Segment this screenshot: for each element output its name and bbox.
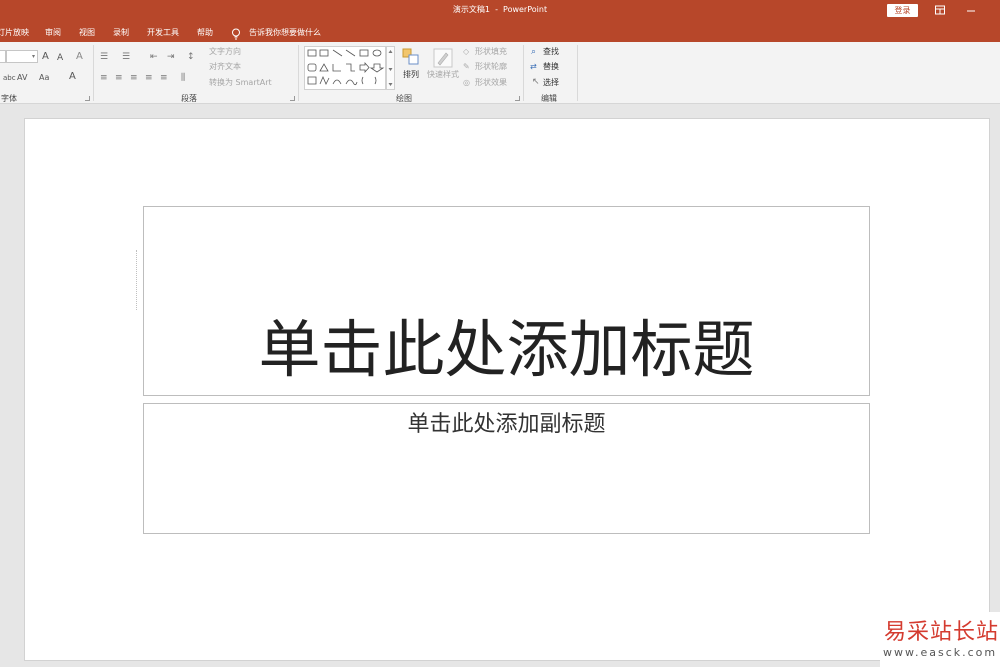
decrease-indent-icon[interactable]: ⇤ <box>150 52 158 62</box>
paint-bucket-icon: ◇ <box>463 47 470 56</box>
bullets-icon[interactable]: ☰ <box>100 52 108 62</box>
numbering-icon[interactable]: ☰ <box>122 52 130 62</box>
select-button[interactable]: 选择 <box>543 78 559 88</box>
shapes-gallery-scrollbar[interactable] <box>386 46 395 90</box>
tab-slideshow[interactable]: 灯片放映 <box>0 27 29 38</box>
find-button[interactable]: 查找 <box>543 47 559 57</box>
tab-record[interactable]: 录制 <box>113 27 129 38</box>
editing-group-label: 编辑 <box>541 94 557 103</box>
tab-developer[interactable]: 开发工具 <box>147 27 179 38</box>
ribbon: ▾ A A A abc AV Aa A 字体 ☰ ☰ ⇤ ⇥ ↕ ≡ ≡ ≡ ≡… <box>0 42 1000 104</box>
group-divider <box>577 45 578 101</box>
quick-styles-icon[interactable] <box>433 48 453 68</box>
quick-styles-button[interactable]: 快速样式 <box>427 70 459 80</box>
lightbulb-icon[interactable] <box>231 25 241 40</box>
replace-button[interactable]: 替换 <box>543 62 559 72</box>
pen-icon: ✎ <box>463 62 470 71</box>
increase-indent-icon[interactable]: ⇥ <box>167 52 175 62</box>
ribbon-display-icon[interactable] <box>934 4 946 16</box>
subtitle-prompt: 单击此处添加副标题 <box>407 412 606 437</box>
align-right-icon[interactable]: ≡ <box>130 73 138 83</box>
shape-outline-button[interactable]: 形状轮廓 <box>475 62 507 72</box>
title-placeholder[interactable]: 单击此处添加标题 <box>143 206 870 396</box>
replace-icon: ⇄ <box>530 62 537 71</box>
shape-effects-button[interactable]: 形状效果 <box>475 78 507 88</box>
justify-icon[interactable]: ≡ <box>145 73 153 83</box>
shape-fill-button[interactable]: 形状填充 <box>475 47 507 57</box>
columns-icon[interactable]: ⫼ <box>181 73 185 83</box>
group-divider <box>523 45 524 101</box>
group-divider <box>93 45 94 101</box>
watermark-url: www.easck.com <box>883 646 998 659</box>
subtitle-placeholder[interactable]: 单击此处添加副标题 <box>143 403 870 534</box>
shapes-gallery[interactable] <box>304 46 386 90</box>
drawing-dialog-launcher[interactable] <box>515 96 520 101</box>
align-center-icon[interactable]: ≡ <box>115 73 123 83</box>
font-group-label: 字体 <box>1 94 17 103</box>
drawing-group-label: 绘图 <box>396 94 412 103</box>
arrange-button[interactable]: 排列 <box>403 70 419 80</box>
tab-view[interactable]: 视图 <box>79 27 95 38</box>
placeholder-edge-marks <box>136 250 138 310</box>
tab-help[interactable]: 帮助 <box>197 27 213 38</box>
title-bar: 演示文稿1 - PowerPoint 登录 <box>0 0 1000 22</box>
group-divider <box>298 45 299 101</box>
align-text-button[interactable]: 对齐文本 <box>209 62 241 72</box>
watermark-name: 易采站长站 <box>884 620 1000 645</box>
tab-review[interactable]: 审阅 <box>45 27 61 38</box>
line-spacing-icon[interactable]: ↕ <box>187 52 195 62</box>
distributed-icon[interactable]: ≡ <box>160 73 168 83</box>
search-icon: ⌕ <box>531 47 537 57</box>
paragraph-group-label: 段落 <box>181 94 197 103</box>
title-prompt: 单击此处添加标题 <box>258 313 755 386</box>
effects-icon: ◎ <box>463 78 470 87</box>
text-direction-button[interactable]: 文字方向 <box>209 47 241 57</box>
align-left-icon[interactable]: ≡ <box>100 73 108 83</box>
watermark: 易采站长站 www.easck.com <box>880 612 1000 667</box>
sign-in-button[interactable]: 登录 <box>887 4 918 17</box>
font-dialog-launcher[interactable] <box>85 96 90 101</box>
arrange-icon[interactable] <box>402 48 420 66</box>
increase-font-size-button[interactable]: A <box>42 52 49 62</box>
chevron-down-icon[interactable]: ▾ <box>32 52 35 62</box>
strikethrough-button[interactable]: abc <box>3 73 16 83</box>
tell-me-search[interactable]: 告诉我你想要做什么 <box>249 27 321 38</box>
window-title: 演示文稿1 - PowerPoint <box>452 5 548 14</box>
change-case-button[interactable]: Aa <box>39 73 49 83</box>
convert-smartart-button[interactable]: 转换为 SmartArt <box>209 78 272 88</box>
decrease-font-size-button[interactable]: A <box>57 53 63 63</box>
cursor-icon: ↖ <box>532 77 540 87</box>
paragraph-dialog-launcher[interactable] <box>290 96 295 101</box>
character-spacing-button[interactable]: AV <box>17 73 27 83</box>
clear-formatting-button[interactable]: A <box>76 52 83 62</box>
ribbon-tab-bar: 灯片放映 审阅 视图 录制 开发工具 帮助 告诉我你想要做什么 <box>0 22 1000 42</box>
minimize-icon[interactable] <box>965 4 977 16</box>
font-color-button[interactable]: A <box>69 72 76 82</box>
